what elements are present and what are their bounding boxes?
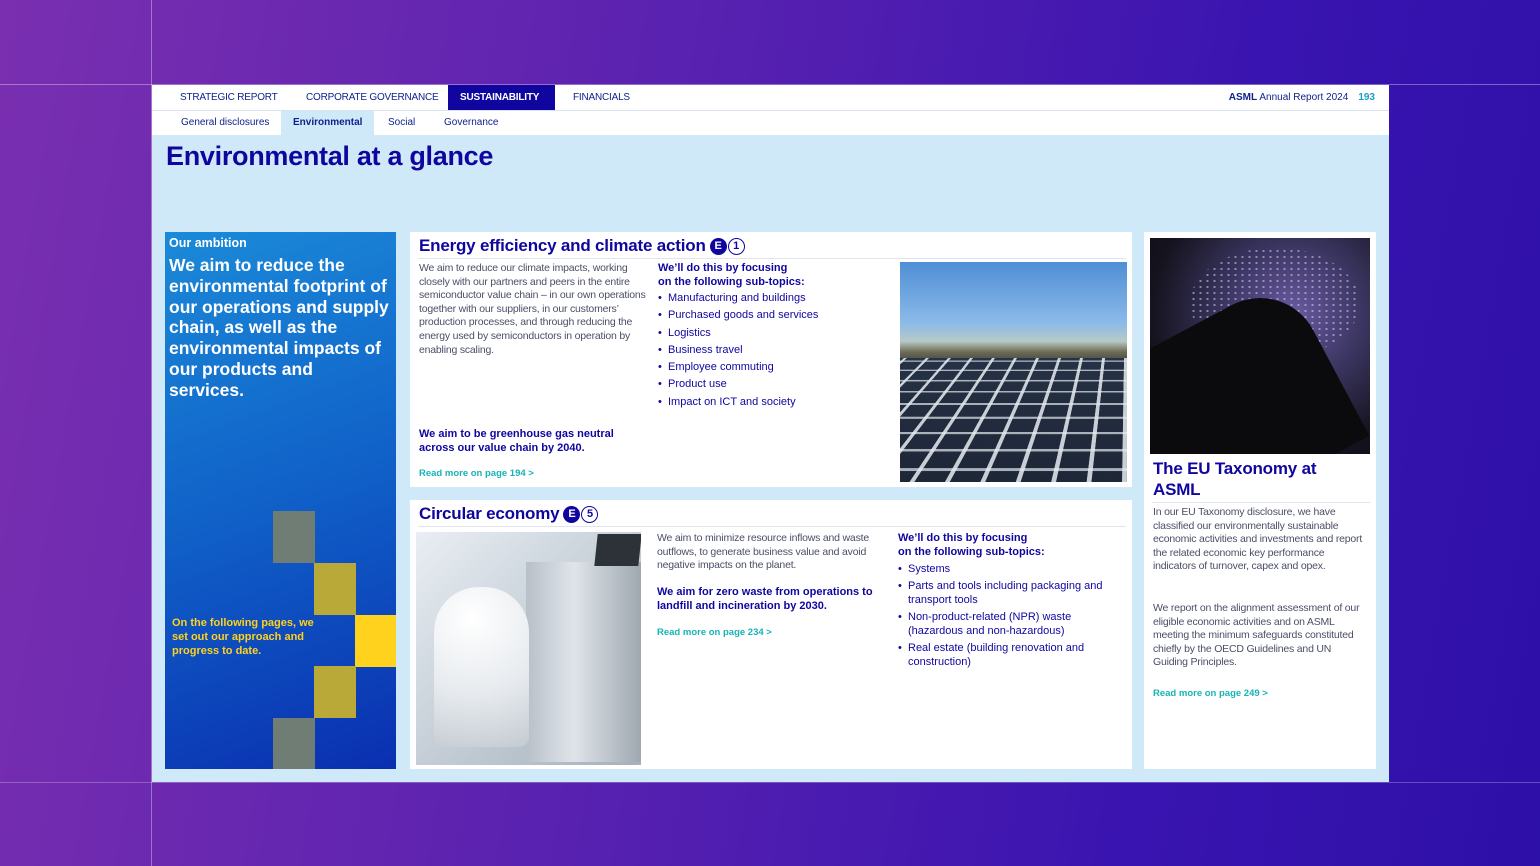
machine-shape (526, 562, 641, 762)
eu-taxonomy-paragraph-1: In our EU Taxonomy disclosure, we have c… (1153, 506, 1363, 573)
subtab-governance[interactable]: Governance (432, 111, 510, 135)
eu-taxonomy-read-more-link[interactable]: Read more on page 249 > (1153, 688, 1268, 699)
energy-card: Energy efficiency and climate action E 1 W… (410, 232, 1132, 487)
tab-corporate-governance[interactable]: CORPORATE GOVERNANCE (294, 85, 451, 110)
subtab-social[interactable]: Social (376, 111, 427, 135)
tab-strategic-report[interactable]: STRATEGIC REPORT (168, 85, 290, 110)
ambition-note: On the following pages, we set out our a… (172, 617, 314, 657)
solar-panel-rows (900, 358, 1127, 482)
brand-name: ASML (1228, 92, 1258, 103)
divider (418, 526, 1126, 527)
divider (418, 258, 1126, 259)
report-brand: ASML Annual Report 2024 193 (1229, 85, 1375, 110)
guide-line-horizontal-bottom (0, 782, 1540, 783)
eu-taxonomy-card: The EU Taxonomy at ASML In our EU Taxono… (1144, 232, 1376, 769)
eu-taxonomy-heading: The EU Taxonomy at ASML (1153, 459, 1317, 499)
list-item: Employee commuting (658, 359, 888, 377)
page-title: Environmental at a glance (166, 141, 494, 171)
decor-square (355, 615, 396, 667)
decor-square (273, 511, 315, 563)
circular-body: We aim to minimize resource inflows and … (657, 532, 869, 572)
list-item: Real estate (building renovation and con… (898, 641, 1123, 669)
circular-subtopic-list: Systems Parts and tools including packag… (898, 562, 1123, 672)
energy-read-more-link[interactable]: Read more on page 194 > (419, 468, 534, 479)
report-page: STRATEGIC REPORT CORPORATE GOVERNANCE SU… (152, 85, 1389, 782)
energy-heading: Energy efficiency and climate action E 1 (419, 236, 745, 256)
energy-body: We aim to reduce our climate impacts, wo… (419, 262, 646, 356)
list-item: Systems (898, 562, 1123, 576)
top-navigation: STRATEGIC REPORT CORPORATE GOVERNANCE SU… (152, 85, 1389, 111)
topic-number-badge-icon: 1 (727, 238, 745, 255)
tab-sustainability[interactable]: SUSTAINABILITY (448, 85, 555, 110)
energy-target: We aim to be greenhouse gas neutral acro… (419, 428, 614, 454)
focus-heading-line: on the following sub-topics: (658, 275, 805, 288)
sub-navigation: General disclosures Environmental Social… (152, 111, 1389, 135)
list-item: Product use (658, 376, 888, 394)
decor-square (314, 666, 356, 718)
list-item: Logistics (658, 325, 888, 343)
ambition-label: Our ambition (169, 236, 247, 250)
focus-heading-line: We’ll do this by focusing (898, 532, 1028, 544)
circular-read-more-link[interactable]: Read more on page 234 > (657, 627, 772, 638)
circular-focus-heading: We’ll do this by focusing on the followi… (898, 532, 1123, 560)
circular-heading-text: Circular economy (419, 504, 560, 523)
energy-heading-text: Energy efficiency and climate action (419, 236, 706, 255)
focus-heading-line: We’ll do this by focusing (658, 262, 788, 274)
eu-taxonomy-paragraph-2: We report on the alignment assessment of… (1153, 602, 1360, 669)
focus-heading-line: on the following sub-topics: (898, 545, 1045, 558)
ambition-panel: Our ambition We aim to reduce the enviro… (165, 232, 396, 769)
telescope-image (1150, 238, 1370, 454)
circular-heading: Circular economy E 5 (419, 504, 599, 524)
brand-report-title: Annual Report 2024 (1257, 92, 1349, 103)
energy-focus-heading: We’ll do this by focusing on the followi… (658, 262, 878, 290)
list-item: Non-product-related (NPR) waste (hazardo… (898, 610, 1123, 638)
list-item: Business travel (658, 342, 888, 360)
monitor-shape (594, 534, 641, 566)
technician-shape (434, 587, 529, 747)
circular-card: Circular economy E 5 We aim to minimize re… (410, 500, 1132, 769)
solar-panels-image (900, 262, 1127, 482)
cleanroom-technician-image (416, 532, 641, 765)
subtab-environmental[interactable]: Environmental (281, 111, 375, 135)
decor-square (273, 718, 315, 769)
list-item: Impact on ICT and society (658, 394, 888, 412)
tab-financials[interactable]: FINANCIALS (561, 85, 642, 110)
list-item: Parts and tools including packaging and … (898, 579, 1123, 607)
subtab-general-disclosures[interactable]: General disclosures (169, 111, 281, 135)
list-item: Manufacturing and buildings (658, 290, 888, 308)
esrs-badge-icon: E (709, 238, 727, 255)
esrs-badge-icon: E (563, 506, 581, 523)
decor-square (314, 563, 356, 615)
ambition-statement: We aim to reduce the environmental footp… (169, 255, 389, 400)
list-item: Purchased goods and services (658, 307, 888, 325)
energy-subtopic-list: Manufacturing and buildings Purchased go… (658, 290, 888, 411)
page-number: 193 (1358, 92, 1375, 103)
circular-target: We aim for zero waste from operations to… (657, 586, 873, 612)
divider (1152, 502, 1370, 503)
topic-number-badge-icon: 5 (581, 506, 599, 523)
